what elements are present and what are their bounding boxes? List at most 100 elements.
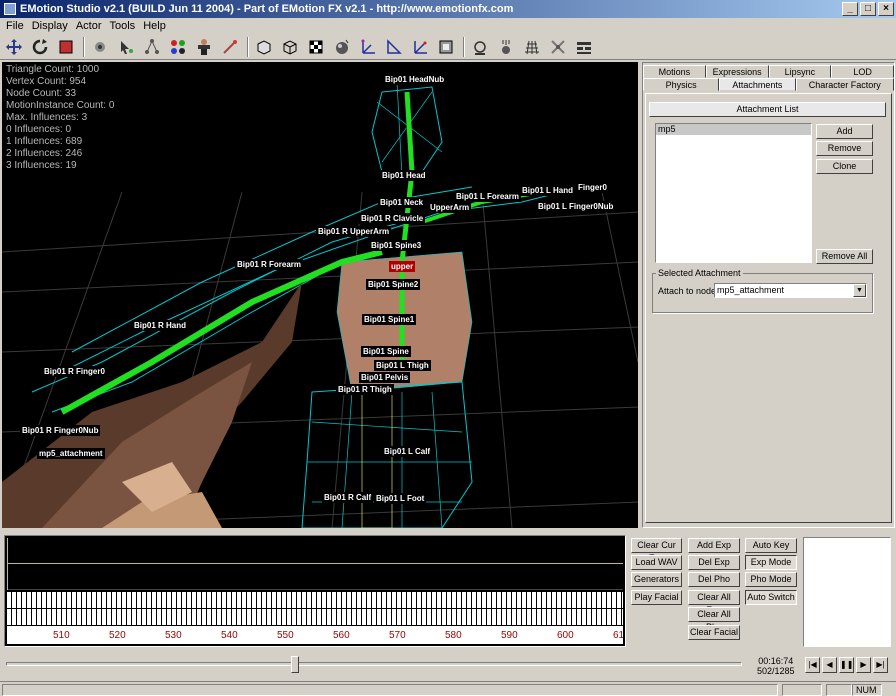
skeleton-icon[interactable] xyxy=(546,36,570,58)
auto-switch-button[interactable]: Auto Switch xyxy=(745,590,797,605)
clear-cur-exp-button[interactable]: Clear Cur Exp xyxy=(631,538,682,563)
remove-button[interactable]: Remove xyxy=(816,141,873,156)
attachment-list[interactable]: mp5 xyxy=(655,123,812,263)
auto-key-button[interactable]: Auto Key xyxy=(745,538,797,553)
select-icon[interactable] xyxy=(88,36,112,58)
sphere-icon[interactable] xyxy=(330,36,354,58)
node-label[interactable]: Bip01 Pelvis xyxy=(359,372,411,383)
pause-icon[interactable]: ❚❚ xyxy=(839,657,854,673)
hierarchy-icon[interactable] xyxy=(140,36,164,58)
minimize-button[interactable]: _ xyxy=(842,2,858,16)
tick-label: 580 xyxy=(445,630,462,641)
node-label[interactable]: mp5_attachment xyxy=(37,448,105,459)
menu-file[interactable]: File xyxy=(2,20,28,32)
node-label[interactable]: Bip01 Spine xyxy=(361,346,411,357)
expression-track[interactable] xyxy=(7,592,623,608)
node-label[interactable]: Bip01 L Hand xyxy=(520,185,575,196)
node-label[interactable]: Bip01 Spine3 xyxy=(369,240,424,251)
tab-lod[interactable]: LOD xyxy=(831,65,894,78)
node-label[interactable]: upper xyxy=(389,261,416,272)
node-label[interactable]: UpperArm xyxy=(428,202,472,213)
list-item[interactable]: mp5 xyxy=(656,124,811,135)
3d-viewport[interactable]: Triangle Count: 1000 Vertex Count: 954 N… xyxy=(2,62,638,528)
next-icon[interactable]: ▶ xyxy=(856,657,871,673)
node-label[interactable]: Bip01 Neck xyxy=(378,197,426,208)
remove-all-button[interactable]: Remove All xyxy=(816,249,873,264)
slider-thumb[interactable] xyxy=(290,656,299,673)
node-label[interactable]: Bip01 L Foot xyxy=(374,493,427,504)
first-icon[interactable]: |◀ xyxy=(805,657,820,673)
actor-icon[interactable] xyxy=(192,36,216,58)
add-button[interactable]: Add xyxy=(816,124,873,139)
play-facial-button[interactable]: Play Facial xyxy=(631,590,682,605)
stats-overlay: Triangle Count: 1000 Vertex Count: 954 N… xyxy=(6,64,114,172)
pointer-icon[interactable] xyxy=(114,36,138,58)
last-icon[interactable]: ▶| xyxy=(873,657,888,673)
menu-display[interactable]: Display xyxy=(28,20,72,32)
node-label[interactable]: Bip01 R Calf xyxy=(322,492,374,503)
node-label[interactable]: Bip01 R Finger0 xyxy=(42,366,107,377)
node-label[interactable]: Bip01 HeadNub xyxy=(383,74,447,85)
node-label[interactable]: Bip01 L Calf xyxy=(382,446,433,457)
node-label[interactable]: Bip01 Head xyxy=(380,170,428,181)
timeline[interactable]: 510 520 530 540 550 560 570 580 590 600 … xyxy=(4,535,626,647)
node-label[interactable]: Bip01 R Finger0Nub xyxy=(20,425,101,436)
node-label[interactable]: Bip01 Spine1 xyxy=(362,314,417,325)
clear-all-pho-button[interactable]: Clear All Pho xyxy=(688,607,740,632)
attach-node-select[interactable]: mp5_attachment ▼ xyxy=(714,283,867,298)
exp-mode-button[interactable]: Exp Mode xyxy=(745,555,797,570)
light-icon[interactable] xyxy=(494,36,518,58)
bounds-icon[interactable] xyxy=(434,36,458,58)
node-label[interactable]: Finger0 xyxy=(576,182,609,193)
grid-icon[interactable] xyxy=(520,36,544,58)
camera-icon[interactable] xyxy=(468,36,492,58)
node-label[interactable]: Bip01 R Forearm xyxy=(235,259,304,270)
tab-motions[interactable]: Motions xyxy=(643,65,706,78)
generators-button[interactable]: Generators xyxy=(631,572,682,587)
chevron-down-icon[interactable]: ▼ xyxy=(853,284,866,297)
rotate-icon[interactable] xyxy=(28,36,52,58)
move-icon[interactable] xyxy=(2,36,26,58)
wireframe-box-icon[interactable] xyxy=(278,36,302,58)
add-exp-button[interactable]: Add Exp xyxy=(688,538,740,553)
pho-mode-button[interactable]: Pho Mode xyxy=(745,572,797,587)
node-label[interactable]: Bip01 R UpperArm xyxy=(316,226,392,237)
node-label[interactable]: Bip01 L Thigh xyxy=(374,360,431,371)
node-label[interactable]: Bip01 R Clavicle xyxy=(359,213,426,224)
tab-expressions[interactable]: Expressions xyxy=(705,65,769,78)
node-label[interactable]: Bip01 L Finger0Nub xyxy=(536,201,616,212)
load-wav-button[interactable]: Load WAV xyxy=(631,555,682,570)
node-label[interactable]: Bip01 R Thigh xyxy=(336,384,394,395)
del-exp-button[interactable]: Del Exp xyxy=(688,555,740,570)
box-icon[interactable] xyxy=(252,36,276,58)
tangent-icon[interactable] xyxy=(408,36,432,58)
close-button[interactable]: × xyxy=(878,2,894,16)
prev-icon[interactable]: ◀ xyxy=(822,657,837,673)
del-pho-button[interactable]: Del Pho xyxy=(688,572,740,587)
menu-tools[interactable]: Tools xyxy=(106,20,140,32)
tab-physics[interactable]: Physics xyxy=(643,78,720,91)
phoneme-track[interactable] xyxy=(7,609,623,625)
tab-attachments[interactable]: Attachments xyxy=(719,78,796,91)
playback-slider[interactable] xyxy=(6,656,742,673)
color-icon[interactable] xyxy=(166,36,190,58)
tab-character-factory[interactable]: Character Factory xyxy=(795,78,895,91)
menu-help[interactable]: Help xyxy=(139,20,170,32)
clone-button[interactable]: Clone xyxy=(816,159,873,174)
tab-lipsync[interactable]: Lipsync xyxy=(768,65,832,78)
scale-icon[interactable] xyxy=(54,36,78,58)
bone-icon[interactable] xyxy=(218,36,242,58)
menu-actor[interactable]: Actor xyxy=(72,20,106,32)
node-label[interactable]: Bip01 L Forearm xyxy=(454,191,521,202)
clear-all-exp-button[interactable]: Clear All Exp xyxy=(688,590,740,615)
checker-icon[interactable] xyxy=(304,36,328,58)
clear-facial-button[interactable]: Clear Facial xyxy=(688,625,740,640)
normals-icon[interactable] xyxy=(382,36,406,58)
node-label[interactable]: Bip01 Spine2 xyxy=(366,279,421,290)
status-pane xyxy=(826,684,852,696)
axis-icon[interactable] xyxy=(356,36,380,58)
maximize-button[interactable]: □ xyxy=(860,2,876,16)
node-label[interactable]: Bip01 R Hand xyxy=(132,320,189,331)
tick-label: 61 xyxy=(613,630,625,641)
layout-icon[interactable] xyxy=(572,36,596,58)
